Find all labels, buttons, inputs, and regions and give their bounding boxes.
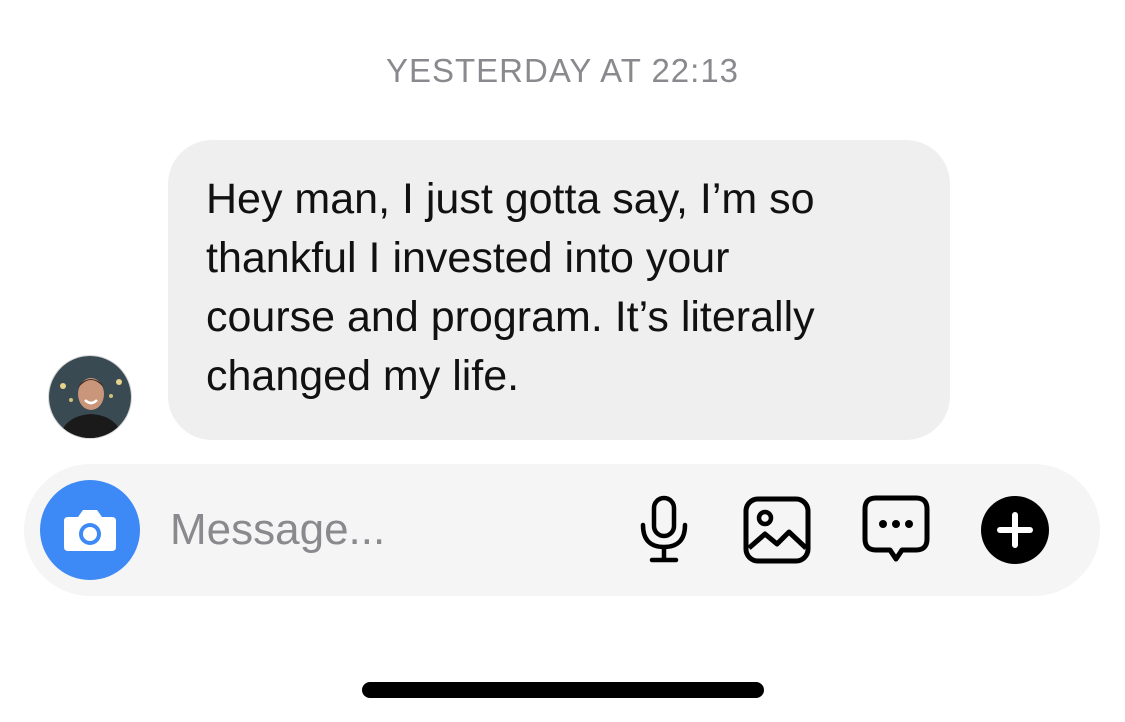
- microphone-icon: [640, 495, 688, 563]
- message-text-line: thankful I invested into your: [206, 234, 730, 282]
- message-input[interactable]: [170, 502, 590, 558]
- message-composer: [24, 464, 1100, 596]
- message-text-line: changed my life.: [206, 352, 520, 400]
- avatar-photo: [49, 356, 131, 438]
- message-text-line: Hey man, I just gotta say, I’m so: [206, 175, 815, 223]
- message-timestamp: YESTERDAY AT 22:13: [385, 52, 740, 89]
- image-icon: [743, 496, 811, 564]
- received-message-bubble[interactable]: Hey man, I just gotta say, I’m so thankf…: [168, 140, 950, 440]
- add-attachment-button[interactable]: [979, 494, 1051, 566]
- voice-message-button[interactable]: [628, 494, 700, 566]
- camera-button[interactable]: [40, 480, 140, 580]
- home-indicator[interactable]: [362, 682, 764, 698]
- sender-avatar[interactable]: [48, 355, 132, 439]
- camera-icon: [64, 510, 116, 551]
- message-text-line: course and program. It’s literally: [206, 293, 815, 341]
- sticker-button[interactable]: [860, 494, 932, 566]
- gallery-button[interactable]: [741, 494, 813, 566]
- plus-icon: [981, 496, 1049, 564]
- chat-bubble-icon: [862, 495, 930, 562]
